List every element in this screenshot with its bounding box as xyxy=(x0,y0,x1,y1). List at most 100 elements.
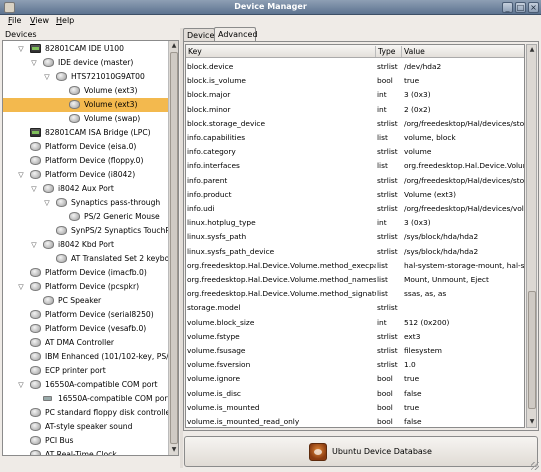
table-row[interactable]: info.category strlist volume xyxy=(186,144,524,158)
tree-item[interactable]: ▽ Platform Device (i8042) xyxy=(3,168,171,182)
tree-item[interactable]: 82801CAM ISA Bridge (LPC) xyxy=(3,126,171,140)
tree-item[interactable]: ▽ Platform Device (pcspkr) xyxy=(3,280,171,294)
tree-item-label: SynPS/2 Synaptics TouchPad xyxy=(71,226,179,235)
tree-item[interactable]: ▽ 82801CAM IDE U100 xyxy=(3,42,171,56)
tree-item[interactable]: Volume (swap) xyxy=(3,112,171,126)
expander-icon[interactable]: ▽ xyxy=(30,185,38,193)
table-row[interactable]: block.major int 3 (0x3) xyxy=(186,87,524,101)
tree-item[interactable]: ▽ i8042 Kbd Port xyxy=(3,238,171,252)
table-row[interactable]: volume.ignore bool true xyxy=(186,371,524,385)
expander-icon[interactable]: ▽ xyxy=(17,45,25,53)
close-button[interactable]: × xyxy=(528,2,539,13)
tree-item[interactable]: SynPS/2 Synaptics TouchPad xyxy=(3,224,178,238)
minimize-button[interactable]: _ xyxy=(502,2,513,13)
tree-item[interactable]: Platform Device (vesafb.0) xyxy=(3,322,171,336)
table-row[interactable]: linux.sysfs_path strlist/sys/block/hda/hd… xyxy=(186,229,524,243)
tree-item[interactable]: AT-style speaker sound xyxy=(3,420,171,434)
key-cell: block.storage_device xyxy=(187,118,266,128)
scroll-down-icon[interactable]: ▼ xyxy=(169,445,179,455)
tree-item-label: Platform Device (pcspkr) xyxy=(45,282,140,291)
disk-icon xyxy=(30,338,41,347)
table-row[interactable]: volume.is_mounted bool true xyxy=(186,400,524,414)
table-row[interactable]: volume.fsversion strlist 1.0 xyxy=(186,357,524,371)
table-row[interactable]: volume.fstype strlist ext3 xyxy=(186,329,524,343)
tree-item[interactable]: Volume (ext3) xyxy=(3,84,171,98)
tree-item[interactable]: PC standard floppy disk controller xyxy=(3,406,173,420)
table-scroll-thumb[interactable] xyxy=(528,291,536,409)
properties-table[interactable]: Key Type Value block.device strlist/dev/h… xyxy=(185,44,525,428)
value-cell: volume, block xyxy=(404,133,456,142)
column-header-value[interactable]: Value xyxy=(404,47,425,56)
table-row[interactable]: info.parent strlist/org/freedesktop/Hal/d… xyxy=(186,173,524,187)
table-row[interactable]: linux.hotplug_type int 3 (0x3) xyxy=(186,215,524,229)
table-row[interactable]: block.device strlist/dev/hda2 xyxy=(186,59,524,73)
tree-item[interactable]: ▽ Synaptics pass-through xyxy=(3,196,171,210)
table-row[interactable]: org.freedesktop.Hal.Device.Volume.method… xyxy=(186,272,524,286)
table-row[interactable]: org.freedesktop.Hal.Device.Volume.method… xyxy=(186,258,524,272)
tree-item[interactable]: ▽ IDE device (master) xyxy=(3,56,171,70)
table-row[interactable]: info.interfaces list org.freedesktop.Hal.D… xyxy=(186,158,524,172)
scroll-up-icon[interactable]: ▲ xyxy=(169,41,179,51)
menu-view[interactable]: View xyxy=(30,16,49,25)
table-row[interactable]: linux.sysfs_path_device strlist/sys/block… xyxy=(186,244,524,258)
tree-item[interactable]: ▽ 16550A-compatible COM port xyxy=(3,378,171,392)
table-row[interactable]: volume.is_disc bool false xyxy=(186,386,524,400)
key-cell: volume.fstype xyxy=(187,331,240,341)
ubuntu-device-database-button[interactable]: Ubuntu Device Database xyxy=(184,436,538,467)
tree-item[interactable]: ▽ i8042 Aux Port xyxy=(3,182,171,196)
expander-icon[interactable]: ▽ xyxy=(43,199,51,207)
table-row[interactable]: info.capabilities list volume, block xyxy=(186,130,524,144)
type-cell: strlist xyxy=(377,246,398,256)
table-row[interactable]: block.is_volume bool true xyxy=(186,73,524,87)
expander-icon[interactable]: ▽ xyxy=(30,241,38,249)
table-row[interactable]: volume.block_size int 512 (0x200) xyxy=(186,315,524,329)
tree-item[interactable]: Platform Device (imacfb.0) xyxy=(3,266,171,280)
tree-item[interactable]: ▽ HTS721010G9AT00 xyxy=(3,70,171,84)
table-row[interactable]: block.minor int 2 (0x2) xyxy=(186,102,524,116)
tree-item[interactable]: Platform Device (eisa.0) xyxy=(3,140,171,154)
window-title: Device Manager xyxy=(234,2,307,11)
tree-scroll-thumb[interactable] xyxy=(170,52,178,444)
value-cell: false xyxy=(404,388,422,398)
tab-device[interactable]: Device xyxy=(183,28,215,42)
tree-item[interactable]: ECP printer port xyxy=(3,364,171,378)
maximize-button[interactable]: □ xyxy=(515,2,526,13)
table-row[interactable]: info.product strlist Volume (ext3) xyxy=(186,187,524,201)
table-row[interactable]: volume.is_mounted_read_only bool false xyxy=(186,414,524,427)
tree-item[interactable]: Platform Device (serial8250) xyxy=(3,308,171,322)
table-scroll-down-icon[interactable]: ▼ xyxy=(527,417,537,427)
key-cell: volume.is_mounted xyxy=(187,402,260,412)
tree-scrollbar[interactable]: ▲ ▼ xyxy=(168,41,178,455)
tree-item[interactable]: Volume (ext3) xyxy=(3,98,171,112)
table-row[interactable]: info.udi strlist/org/freedesktop/Hal/devi… xyxy=(186,201,524,215)
tree-item[interactable]: AT DMA Controller xyxy=(3,336,171,350)
tree-item[interactable]: 16550A-compatible COM port xyxy=(3,392,171,406)
type-cell: list xyxy=(377,133,388,142)
expander-icon[interactable]: ▽ xyxy=(17,171,25,179)
column-header-type[interactable]: Type xyxy=(378,47,395,56)
tree-item[interactable]: PS/2 Generic Mouse xyxy=(3,210,171,224)
table-scroll-up-icon[interactable]: ▲ xyxy=(527,45,537,55)
tree-item[interactable]: IBM Enhanced (101/102-key, PS/2 mo xyxy=(3,350,178,364)
table-row[interactable]: volume.fsusage strlist filesystem xyxy=(186,343,524,357)
tab-advanced[interactable]: Advanced xyxy=(214,27,258,42)
tree-item[interactable]: AT Translated Set 2 keyboard xyxy=(3,252,178,266)
expander-icon[interactable]: ▽ xyxy=(17,381,25,389)
expander-icon[interactable]: ▽ xyxy=(17,283,25,291)
tree-item[interactable]: PCI Bus xyxy=(3,434,171,448)
table-row[interactable]: org.freedesktop.Hal.Device.Volume.method… xyxy=(186,286,524,300)
column-header-key[interactable]: Key xyxy=(188,47,202,56)
table-row[interactable]: storage.model strlist xyxy=(186,300,524,314)
tree-item[interactable]: AT Real-Time Clock xyxy=(3,448,171,455)
resize-grip-icon[interactable] xyxy=(531,462,539,470)
tree-item[interactable]: PC Speaker xyxy=(3,294,171,308)
table-scrollbar[interactable]: ▲ ▼ xyxy=(526,44,537,428)
type-cell: strlist xyxy=(377,204,398,213)
expander-icon[interactable]: ▽ xyxy=(43,73,51,81)
device-tree[interactable]: ▽ 82801CAM IDE U100 ▽ IDE device (master) ▽ H… xyxy=(2,40,179,456)
tree-item[interactable]: Platform Device (floppy.0) xyxy=(3,154,171,168)
menu-file[interactable]: File xyxy=(8,16,21,25)
table-row[interactable]: block.storage_device strlist/org/freedesk… xyxy=(186,116,524,130)
expander-icon[interactable]: ▽ xyxy=(30,59,38,67)
menu-help[interactable]: Help xyxy=(56,16,74,25)
